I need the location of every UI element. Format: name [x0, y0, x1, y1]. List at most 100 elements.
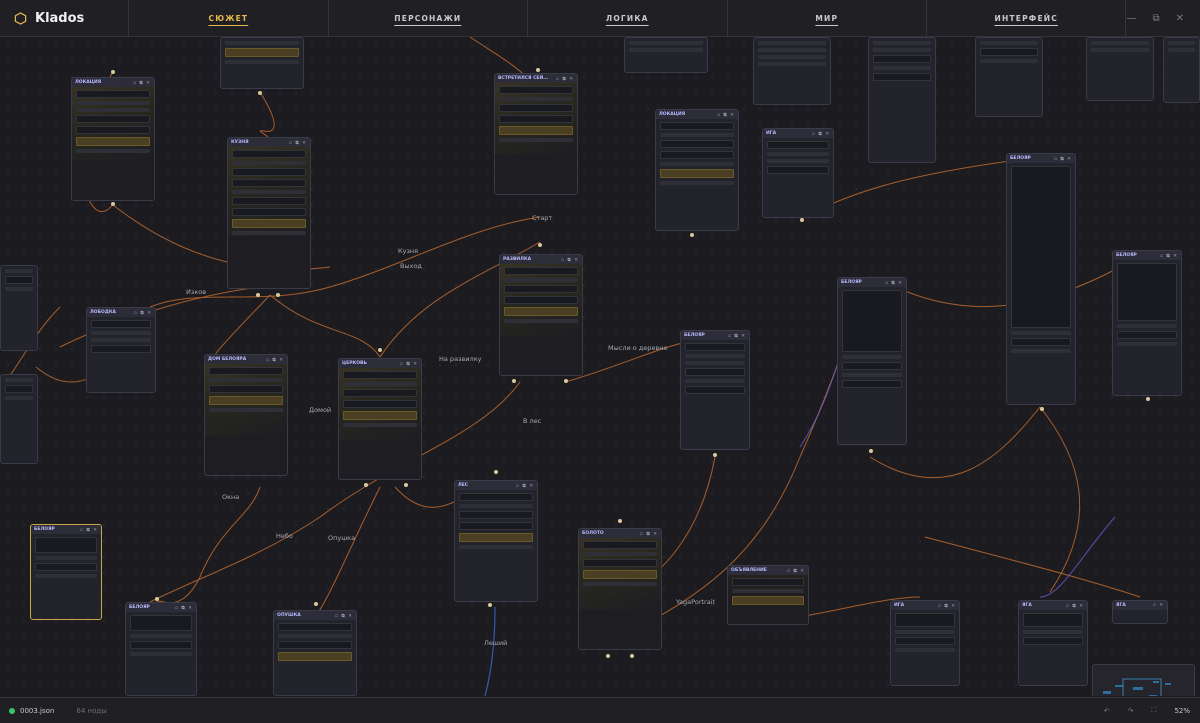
node-header: БЕЛОЯР ▫ ⧉ ✕ [681, 331, 749, 340]
maximize-icon[interactable]: ⧉ [1152, 13, 1159, 24]
status-bar: 0003.json 64 ноды ↶ ↷ ⛶ 52% [0, 697, 1200, 723]
edge-label: Мысли о деревне [608, 344, 668, 352]
edge-label: На развилку [439, 355, 482, 363]
edge-label: Домой [309, 406, 332, 414]
node-edge-forest[interactable]: ОПУШКА ▫ ⧉ ✕ [273, 610, 357, 696]
minimize-icon[interactable]: — [1126, 13, 1136, 24]
node-left-a[interactable] [0, 265, 38, 351]
node-title: ЛОБОДКА [90, 310, 116, 315]
node-header: ЛОБОДКА ▫ ⧉ ✕ [87, 308, 155, 317]
node-header: ОПУШКА ▫ ⧉ ✕ [274, 611, 356, 620]
node-top-f[interactable] [1163, 37, 1200, 103]
node-beloyar-4[interactable]: БЕЛОЯР ▫ ⧉ ✕ [1112, 250, 1182, 396]
node-title: ИГА [766, 131, 777, 136]
node-title: ЛОКАЦИЯ [75, 80, 102, 85]
edge-label: Изков [186, 288, 207, 296]
node-title: ЦЕРКОВЬ [342, 361, 367, 366]
node-yaga-2[interactable]: ЯГА ▫ ✕ [1112, 600, 1168, 624]
node-title: БЕЛОЯР [1116, 253, 1137, 258]
node-top-a[interactable] [624, 37, 708, 73]
minimap[interactable] [1092, 664, 1195, 696]
edge-label: Опушка [328, 534, 356, 542]
node-title: РАЗВИЛКА [503, 257, 532, 262]
minimap-preview-icon [1103, 678, 1171, 696]
node-swamp[interactable]: БОЛОТО ▫ ⧉ ✕ [578, 528, 662, 650]
tab-world[interactable]: МИР [728, 0, 927, 36]
node-top-d[interactable] [975, 37, 1043, 117]
node-church[interactable]: ЦЕРКОВЬ ▫ ⧉ ✕ [338, 358, 422, 480]
node-header: ЛОКАЦИЯ ▫ ⧉ ✕ [72, 78, 154, 87]
node-header: ЯГА ▫ ✕ [1113, 601, 1167, 610]
status-ok-icon [9, 707, 15, 714]
edge-label: YagaPortrait [676, 598, 716, 606]
node-header: БЕЛОЯР ▫ ⧉ ✕ [1113, 251, 1181, 260]
node-top-c[interactable] [868, 37, 936, 163]
node-header: БЕЛОЯР ▫ ⧉ ✕ [126, 603, 196, 612]
node-top-b[interactable] [753, 37, 831, 105]
node-header: ДОМ БЕЛОЯРА ▫ ⧉ ✕ [205, 355, 287, 364]
node-header: РАЗВИЛКА ▫ ⧉ ✕ [500, 255, 582, 264]
node-header: ИГА ▫ ⧉ ✕ [891, 601, 959, 610]
node-beloyar-3[interactable]: БЕЛОЯР ▫ ⧉ ✕ [1006, 153, 1076, 405]
node-title: КУЗНЯ [231, 140, 249, 145]
tab-story[interactable]: СЮЖЕТ [129, 0, 329, 36]
edge-label: Старт [532, 214, 553, 222]
node-title: ЛЕС [458, 483, 469, 488]
node-beloyar-2[interactable]: БЕЛОЯР ▫ ⧉ ✕ [837, 277, 907, 445]
node-title: ЯГА [1022, 603, 1032, 608]
edge-label: Окна [222, 493, 240, 501]
node-header: ВСТРЕТИЛСЯ СЕЙ... ▫ ⧉ ✕ [495, 74, 577, 83]
node-title: БЕЛОЯР [841, 280, 862, 285]
node-header: ОБЪЯВЛЕНИЕ ▫ ⧉ ✕ [728, 566, 808, 575]
fit-view-icon[interactable]: ⛶ [1152, 706, 1157, 715]
node-yaga-1[interactable]: ЯГА ▫ ⧉ ✕ [1018, 600, 1088, 686]
node-title: БОЛОТО [582, 531, 604, 536]
node-location-2[interactable]: ЛОКАЦИЯ ▫ ⧉ ✕ [655, 109, 739, 231]
node-forge[interactable]: КУЗНЯ ▫ ⧉ ✕ [227, 137, 311, 289]
node-top-small[interactable] [220, 37, 304, 89]
node-location[interactable]: ЛОКАЦИЯ ▫ ⧉ ✕ [71, 77, 155, 201]
node-encounter[interactable]: ВСТРЕТИЛСЯ СЕЙ... ▫ ⧉ ✕ [494, 73, 578, 195]
node-header: КУЗНЯ ▫ ⧉ ✕ [228, 138, 310, 147]
edge-label: В лес [523, 417, 542, 425]
zoom-level[interactable]: 52% [1174, 707, 1190, 715]
app-name: Klados [35, 10, 85, 26]
node-header: ЦЕРКОВЬ ▫ ⧉ ✕ [339, 359, 421, 368]
node-header: ЯГА ▫ ⧉ ✕ [1019, 601, 1087, 610]
node-left-b[interactable] [0, 374, 38, 464]
brand: Klados [0, 0, 130, 36]
node-title: БЕЛОЯР [1010, 156, 1031, 161]
redo-icon[interactable]: ↷ [1128, 707, 1134, 715]
node-forest[interactable]: ЛЕС ▫ ⧉ ✕ [454, 480, 538, 602]
edge-label: Выход [400, 262, 422, 270]
node-title: БЕЛОЯР [129, 605, 150, 610]
node-header: БЕЛОЯР ▫ ⧉ ✕ [1007, 154, 1075, 163]
undo-icon[interactable]: ↶ [1104, 707, 1110, 715]
tab-characters[interactable]: ПЕРСОНАЖИ [329, 0, 529, 36]
node-title: БЕЛОЯР [684, 333, 705, 338]
node-lobodka[interactable]: ЛОБОДКА ▫ ⧉ ✕ [86, 307, 156, 393]
node-header: БЕЛОЯР ▫ ⧉ ✕ [31, 525, 101, 534]
node-beloyar-1[interactable]: БЕЛОЯР ▫ ⧉ ✕ [680, 330, 750, 450]
current-file: 0003.json [20, 706, 55, 715]
logo-hexagon-icon [14, 11, 27, 25]
node-title: БЕЛОЯР [34, 527, 55, 532]
main-tabs: СЮЖЕТ ПЕРСОНАЖИ ЛОГИКА МИР ИНТЕРФЕЙС [129, 0, 1127, 36]
node-crossroad[interactable]: РАЗВИЛКА ▫ ⧉ ✕ [499, 254, 583, 376]
node-title: ЯГА [1116, 603, 1126, 608]
node-header: БОЛОТО ▫ ⧉ ✕ [579, 529, 661, 538]
node-beloyar-house[interactable]: ДОМ БЕЛОЯРА ▫ ⧉ ✕ [204, 354, 288, 476]
node-beloyar-5[interactable]: БЕЛОЯР ▫ ⧉ ✕ [30, 524, 102, 620]
tab-interface[interactable]: ИНТЕРФЕЙС [927, 0, 1127, 36]
node-canvas[interactable]: ЛОКАЦИЯ ▫ ⧉ ✕ КУЗНЯ ▫ ⧉ ✕ ВСТРЕТИЛСЯ СЕЙ..… [0, 37, 1200, 696]
node-iga[interactable]: ИГА ▫ ⧉ ✕ [762, 128, 834, 218]
node-title: ОПУШКА [277, 613, 301, 618]
node-top-e[interactable] [1086, 37, 1154, 101]
node-iga-2[interactable]: ИГА ▫ ⧉ ✕ [890, 600, 960, 686]
node-title: ДОМ БЕЛОЯРА [208, 357, 247, 362]
node-announcement[interactable]: ОБЪЯВЛЕНИЕ ▫ ⧉ ✕ [727, 565, 809, 625]
node-beloyar-6[interactable]: БЕЛОЯР ▫ ⧉ ✕ [125, 602, 197, 696]
close-icon[interactable]: ✕ [1176, 13, 1184, 24]
tab-logic[interactable]: ЛОГИКА [528, 0, 728, 36]
edge-label: Кузня [398, 247, 419, 255]
